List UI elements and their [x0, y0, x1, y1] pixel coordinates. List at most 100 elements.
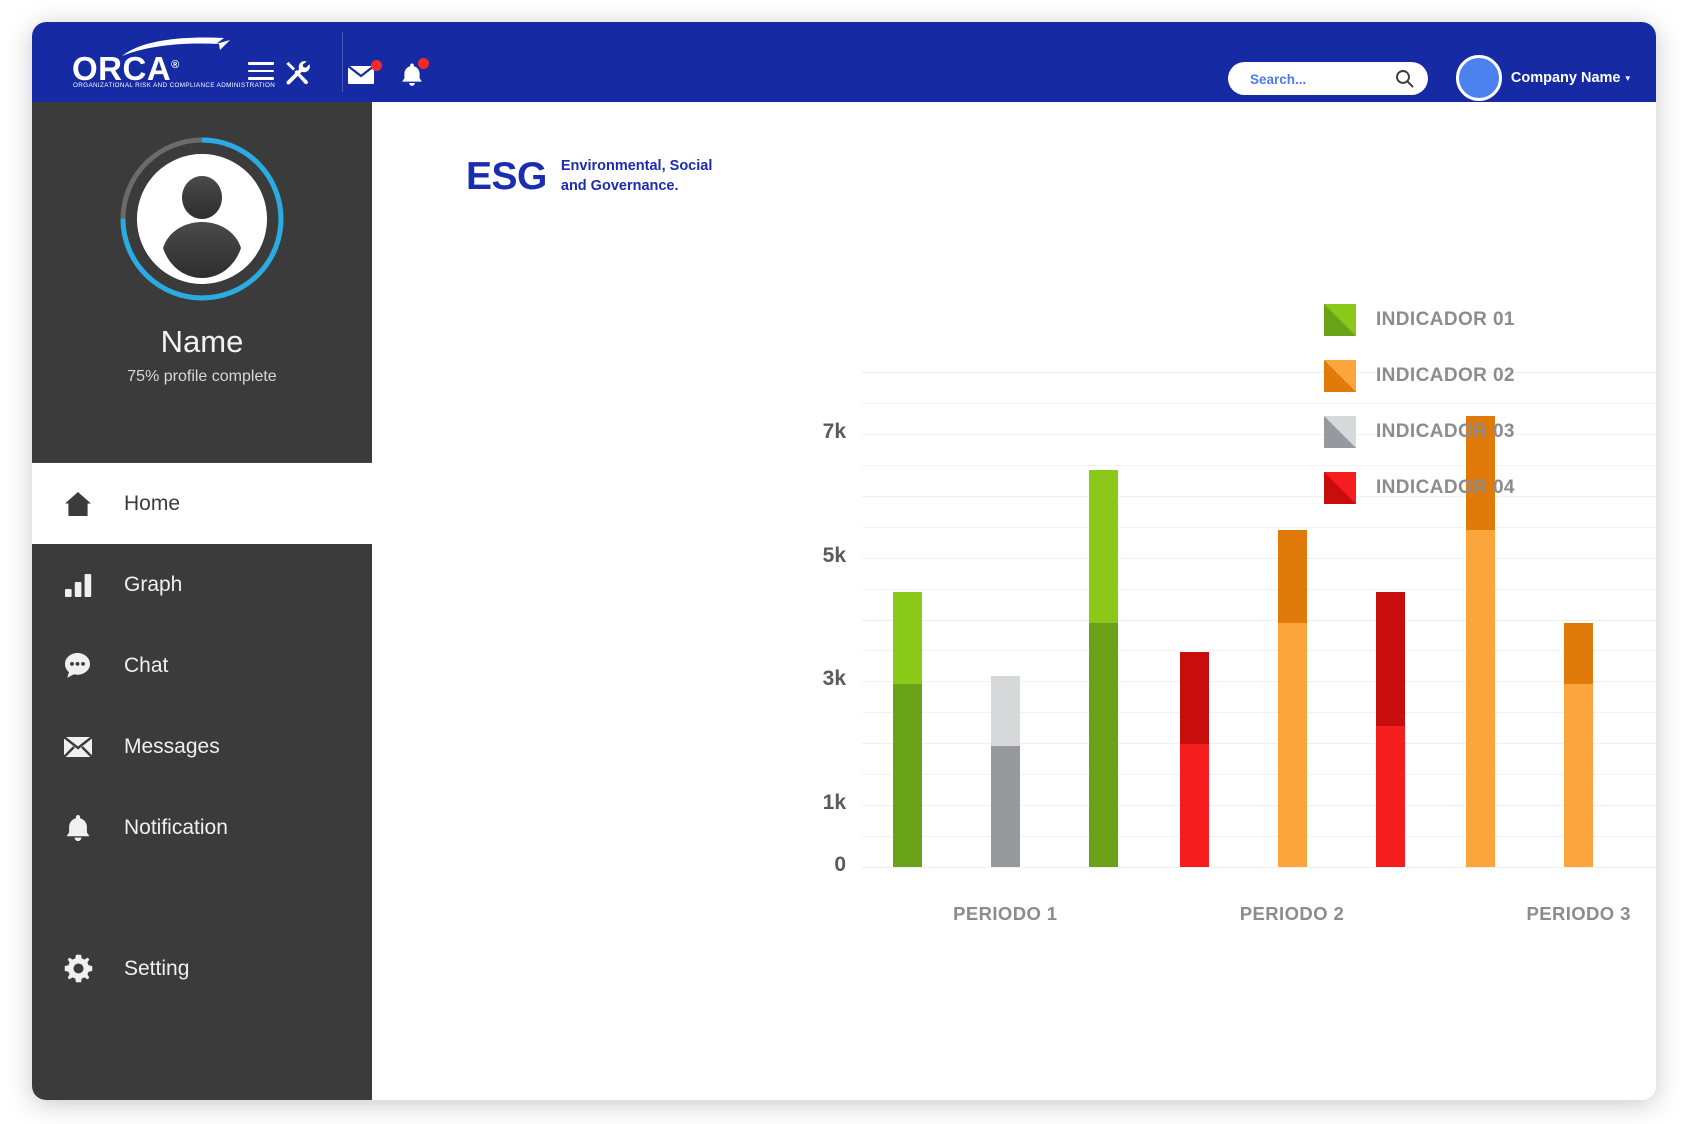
- profile-progress-ring: [117, 134, 287, 304]
- chart-gridline: [862, 712, 1656, 714]
- legend-label: INDICADOR 03: [1376, 421, 1515, 442]
- x-axis-group-label: PERIODO 3: [1526, 903, 1631, 924]
- profile-avatar-icon: [137, 154, 267, 284]
- chart-bar-segment-upper: [892, 591, 922, 685]
- search-box[interactable]: [1228, 62, 1428, 97]
- esg-subtitle: Environmental, Social and Governance.: [561, 157, 713, 195]
- chart-bar[interactable]: [1277, 529, 1307, 867]
- sidebar-item-notification[interactable]: Notification: [32, 787, 372, 868]
- chart-bar[interactable]: [990, 676, 1020, 867]
- chart-gridline: [862, 650, 1656, 652]
- top-navigation-bar: ORCA® ORGANIZATIONAL RISK AND COMPLIANCE…: [32, 22, 1656, 102]
- account-menu[interactable]: Company Name ▾: [1455, 55, 1630, 101]
- profile-completion-text: 75% profile complete: [127, 368, 277, 385]
- chart-bar[interactable]: [892, 591, 922, 867]
- profile-name: Name: [160, 324, 244, 359]
- sidebar-spacer: [32, 868, 372, 928]
- chart-gridline: [862, 557, 1656, 559]
- legend-color-swatch: [1324, 304, 1356, 336]
- hamburger-icon[interactable]: [248, 62, 274, 82]
- orca-tagline: ORGANIZATIONAL RISK AND COMPLIANCE ADMIN…: [73, 82, 276, 89]
- legend-label: INDICADOR 04: [1376, 477, 1515, 498]
- esg-brand: ESG Environmental, Social and Governance…: [466, 157, 712, 196]
- chart-gridline: [862, 743, 1656, 745]
- sidebar-item-messages[interactable]: Messages: [32, 706, 372, 787]
- envelope-icon: [32, 735, 124, 758]
- x-axis-group-label: PERIODO 1: [953, 903, 1058, 924]
- legend-label: INDICADOR 02: [1376, 365, 1515, 386]
- chart-bar-segment-lower: [990, 745, 1020, 867]
- legend-item[interactable]: INDICADOR 02: [1324, 348, 1614, 404]
- legend-color-swatch: [1324, 360, 1356, 392]
- sidebar-item-label: Notification: [124, 815, 228, 839]
- y-axis-tick-label: 1k: [822, 791, 846, 815]
- chevron-down-icon: ▾: [1625, 72, 1630, 83]
- mail-unread-badge: [371, 60, 382, 71]
- esg-mark: ESG: [466, 155, 547, 198]
- y-axis-tick-label: 3k: [822, 667, 846, 691]
- sidebar-item-setting[interactable]: Setting: [32, 928, 372, 1009]
- chart-gridline: [862, 588, 1656, 590]
- bell-icon[interactable]: [400, 58, 429, 93]
- chart-bar[interactable]: [1088, 469, 1118, 867]
- sidebar: Name 75% profile complete Home Graph Cha…: [32, 102, 372, 1100]
- avatar: [1455, 55, 1502, 101]
- legend-color-swatch: [1324, 472, 1356, 504]
- y-axis-tick-label: 5k: [822, 543, 846, 567]
- search-icon[interactable]: [1395, 69, 1414, 93]
- chart-bar[interactable]: [1375, 591, 1405, 867]
- search-input[interactable]: [1248, 62, 1382, 97]
- sidebar-item-label: Graph: [124, 572, 183, 596]
- chart-bar-segment-upper: [990, 676, 1020, 746]
- chart-gridline: [862, 774, 1656, 776]
- x-axis-group-label: PERIODO 2: [1239, 903, 1345, 924]
- chart-bar-segment-lower: [892, 684, 922, 867]
- sidebar-menu: Home Graph Chat Messages Notification Se…: [32, 463, 372, 1009]
- tools-icon[interactable]: [284, 60, 310, 91]
- chart-bar[interactable]: [1179, 651, 1209, 867]
- chart-bar-segment-lower: [1375, 725, 1405, 867]
- chart-legend: INDICADOR 01 INDICADOR 02 INDICADOR 03 INDI…: [1324, 292, 1614, 516]
- chart-gridline: [862, 836, 1656, 838]
- sidebar-item-chat[interactable]: Chat: [32, 625, 372, 706]
- chart-bar-segment-lower: [1088, 622, 1118, 867]
- chart-bar-segment-upper: [1375, 591, 1405, 726]
- main-content: ESG Environmental, Social and Governance…: [372, 102, 1656, 1100]
- y-axis-tick-label: 0: [834, 853, 846, 876]
- account-name: Company Name: [1510, 70, 1621, 86]
- chart-gridline: [862, 867, 1656, 868]
- sidebar-item-home[interactable]: Home: [32, 463, 372, 544]
- legend-item[interactable]: INDICADOR 04: [1324, 460, 1614, 516]
- app-root: ORCA® ORGANIZATIONAL RISK AND COMPLIANCE…: [0, 0, 1688, 1124]
- y-axis-tick-label: 7k: [822, 419, 846, 443]
- sidebar-item-graph[interactable]: Graph: [32, 544, 372, 625]
- chart-bar-segment-upper: [1088, 469, 1118, 623]
- gear-icon: [32, 954, 124, 983]
- mail-icon[interactable]: [347, 60, 382, 91]
- bar-chart-icon: [32, 573, 124, 597]
- notification-badge: [418, 58, 429, 69]
- sidebar-item-label: Setting: [124, 956, 190, 980]
- chat-bubble-icon: [32, 652, 124, 679]
- registered-mark: ®: [171, 59, 180, 71]
- topbar-divider: [342, 32, 343, 92]
- esg-subtitle-line-2: and Governance.: [560, 177, 679, 194]
- chart-bar-segment-upper: [1564, 622, 1594, 685]
- chart-bar-segment-upper: [1277, 529, 1307, 624]
- home-icon: [32, 491, 124, 517]
- chart-bar[interactable]: [1564, 622, 1594, 867]
- chart-bar-segment-lower: [1277, 623, 1307, 867]
- legend-label: INDICADOR 01: [1376, 309, 1515, 330]
- chart-gridline: [862, 805, 1656, 807]
- legend-item[interactable]: INDICADOR 03: [1324, 404, 1614, 460]
- chart-bar-segment-upper: [1179, 651, 1209, 744]
- chart-bar-segment-lower: [1179, 743, 1209, 867]
- bell-icon: [32, 814, 124, 842]
- orca-logo[interactable]: ORCA® ORGANIZATIONAL RISK AND COMPLIANCE…: [72, 36, 275, 92]
- chart-gridline: [862, 681, 1656, 683]
- app-window: ORCA® ORGANIZATIONAL RISK AND COMPLIANCE…: [32, 22, 1656, 1100]
- orca-wordmark: ORCA®: [72, 48, 180, 86]
- chart-gridline: [862, 619, 1656, 621]
- sidebar-profile: Name 75% profile complete: [32, 102, 372, 463]
- legend-item[interactable]: INDICADOR 01: [1324, 292, 1614, 348]
